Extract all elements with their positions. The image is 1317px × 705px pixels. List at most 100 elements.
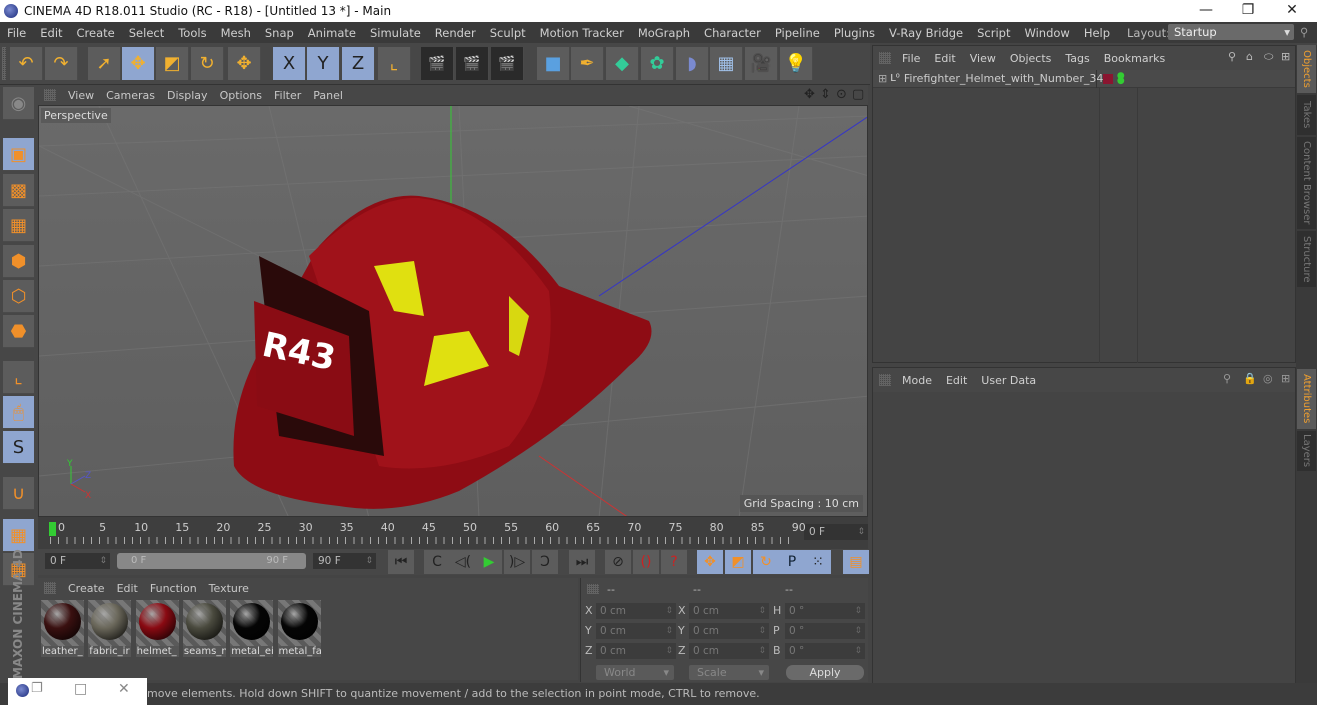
tab-layers[interactable]: Layers xyxy=(1297,431,1316,471)
menu-help[interactable]: Help xyxy=(1077,26,1117,40)
edge-mode-icon[interactable]: ⬡ xyxy=(3,280,34,313)
new-panel-icon[interactable]: ⊞ xyxy=(1281,372,1290,385)
tweak-mode-icon[interactable]: 🖱 xyxy=(3,396,34,429)
viewport-menu-options[interactable]: Options xyxy=(214,89,268,102)
close-button[interactable]: ✕ xyxy=(1270,0,1314,22)
coordinate-system-icon[interactable]: ⌞ xyxy=(378,47,411,80)
autokey-button[interactable]: () xyxy=(633,550,659,574)
timeline[interactable]: 0 F 0 5 10 15 20 25 30 35 40 45 50 55 60 65 70 75 80 85 90 xyxy=(38,517,868,549)
object-name[interactable]: Firefighter_Helmet_with_Number_343 xyxy=(904,72,1111,85)
link-icon[interactable]: ⬭ xyxy=(1264,50,1273,64)
material-tag-icon[interactable] xyxy=(1102,73,1113,84)
material-swatch[interactable]: helmet_ xyxy=(135,600,179,657)
object-menu-file[interactable]: File xyxy=(895,52,927,65)
keyframe-selection-button[interactable]: ? xyxy=(661,550,687,574)
panel-grip[interactable] xyxy=(879,374,891,386)
workplane-mode-icon[interactable]: ▦ xyxy=(3,209,34,242)
restore-icon[interactable]: ❐ xyxy=(31,681,43,696)
taskbar-thumbnail[interactable]: ❐ □ ✕ xyxy=(8,678,147,705)
viewport-menu-display[interactable]: Display xyxy=(161,89,214,102)
viewport-menu-filter[interactable]: Filter xyxy=(268,89,307,102)
menu-simulate[interactable]: Simulate xyxy=(363,26,428,40)
menu-animate[interactable]: Animate xyxy=(301,26,363,40)
material-swatch[interactable]: seams_n xyxy=(182,600,226,657)
menu-character[interactable]: Character xyxy=(697,26,768,40)
menu-window[interactable]: Window xyxy=(1017,26,1076,40)
key-rotation-button[interactable]: ↻ xyxy=(753,550,779,574)
menu-v-ray-bridge[interactable]: V-Ray Bridge xyxy=(882,26,970,40)
move-icon[interactable]: ✥ xyxy=(122,47,155,80)
3d-viewport[interactable]: R43 Y Z X Perspective Grid Spacing : 10 … xyxy=(38,105,868,517)
menu-plugins[interactable]: Plugins xyxy=(827,26,882,40)
live-move-icon[interactable]: ✥ xyxy=(228,47,261,80)
z-axis-icon[interactable]: Z xyxy=(342,47,375,80)
key-position-button[interactable]: ✥ xyxy=(697,550,723,574)
menu-create[interactable]: Create xyxy=(70,26,122,40)
menu-render[interactable]: Render xyxy=(428,26,483,40)
object-menu-bookmarks[interactable]: Bookmarks xyxy=(1097,52,1172,65)
frame-range-slider[interactable]: 0 F 90 F xyxy=(117,553,306,569)
menu-snap[interactable]: Snap xyxy=(258,26,301,40)
tab-content-browser[interactable]: Content Browser xyxy=(1297,137,1316,229)
render-picture-viewer-icon[interactable]: 🎬 xyxy=(456,47,489,80)
rotate-icon[interactable]: ↻ xyxy=(191,47,224,80)
redo-icon[interactable]: ↷ xyxy=(45,47,78,80)
texture-mode-icon[interactable]: ▩ xyxy=(3,174,34,207)
scale-icon[interactable]: ◩ xyxy=(156,47,189,80)
object-row[interactable]: ⊞ L⁰ Firefighter_Helmet_with_Number_343 … xyxy=(873,69,1295,88)
close-icon[interactable]: ✕ xyxy=(118,681,130,697)
make-editable-icon[interactable]: ◉ xyxy=(3,87,34,120)
search-icon[interactable]: ⚲ xyxy=(1228,50,1236,63)
coord-value-field[interactable]: 0 cm xyxy=(689,643,769,659)
subdivision-icon[interactable]: ◆ xyxy=(606,47,639,80)
menu-file[interactable]: File xyxy=(0,26,33,40)
next-key-button[interactable]: Ↄ xyxy=(532,550,558,574)
material-swatch[interactable]: metal_fa xyxy=(277,600,321,657)
panel-grip[interactable] xyxy=(879,52,891,64)
floor-icon[interactable]: ▦ xyxy=(710,47,743,80)
solo-mode-icon[interactable]: S xyxy=(3,431,34,464)
viewport-menu-view[interactable]: View xyxy=(62,89,100,102)
play-button[interactable]: ▶ xyxy=(476,550,502,574)
material-swatch[interactable]: leather_ xyxy=(41,600,84,657)
coord-value-field[interactable]: 0 ° xyxy=(785,643,865,659)
menu-edit[interactable]: Edit xyxy=(33,26,69,40)
tab-attributes[interactable]: Attributes xyxy=(1297,369,1316,429)
material-menu-create[interactable]: Create xyxy=(62,582,111,595)
toggle-view-icon[interactable]: ▢ xyxy=(852,87,864,102)
camera-label[interactable]: Perspective xyxy=(41,108,111,123)
coord-value-field[interactable]: 0 cm xyxy=(596,643,676,659)
layout-dropdown[interactable]: Startup xyxy=(1168,24,1294,40)
apply-button[interactable]: Apply xyxy=(786,665,864,680)
material-swatch[interactable]: metal_ei xyxy=(230,600,274,657)
tab-structure[interactable]: Structure xyxy=(1297,231,1316,287)
record-disabled-button[interactable]: ⊘ xyxy=(605,550,631,574)
key-pla-button[interactable]: ⁙ xyxy=(805,550,831,574)
cloner-icon[interactable]: ✿ xyxy=(641,47,674,80)
object-menu-view[interactable]: View xyxy=(963,52,1003,65)
panel-grip[interactable] xyxy=(44,89,56,101)
minimize-button[interactable]: — xyxy=(1184,0,1228,22)
material-menu-texture[interactable]: Texture xyxy=(203,582,255,595)
menu-script[interactable]: Script xyxy=(970,26,1017,40)
attribute-menu-user-data[interactable]: User Data xyxy=(974,374,1043,387)
pen-icon[interactable]: ✒ xyxy=(571,47,604,80)
next-frame-button[interactable]: )▷ xyxy=(504,550,530,574)
menu-tools[interactable]: Tools xyxy=(171,26,213,40)
cube-icon[interactable]: ■ xyxy=(537,47,570,80)
y-axis-icon[interactable]: Y xyxy=(307,47,340,80)
tab-takes[interactable]: Takes xyxy=(1297,95,1316,135)
material-swatch[interactable]: fabric_ir xyxy=(88,600,132,657)
undo-icon[interactable]: ↶ xyxy=(10,47,43,80)
viewport-menu-cameras[interactable]: Cameras xyxy=(100,89,161,102)
tab-objects[interactable]: Objects xyxy=(1297,45,1316,93)
coord-value-field[interactable]: 0 cm xyxy=(596,603,676,619)
panel-grip[interactable] xyxy=(587,584,599,594)
menu-sculpt[interactable]: Sculpt xyxy=(483,26,533,40)
select-arrow-icon[interactable]: ➚ xyxy=(88,47,121,80)
menu-mograph[interactable]: MoGraph xyxy=(631,26,697,40)
material-menu-edit[interactable]: Edit xyxy=(111,582,144,595)
coord-value-field[interactable]: 0 cm xyxy=(689,623,769,639)
axis-mode-icon[interactable]: ⌞ xyxy=(3,361,34,394)
menu-motion-tracker[interactable]: Motion Tracker xyxy=(533,26,631,40)
